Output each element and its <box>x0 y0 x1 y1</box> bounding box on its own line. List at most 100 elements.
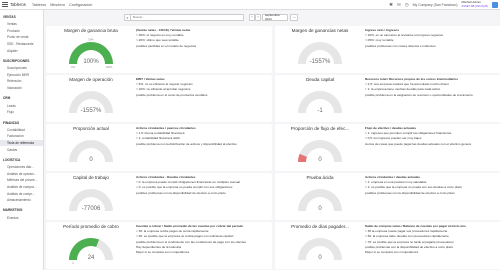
kpi-card-deuda-capital: Deuda capital -1 Recursos total / Recursos… <box>275 75 500 122</box>
menu-configuracion[interactable]: Configuración <box>69 3 92 7</box>
kpi-description-line: posibles problemas con la disponibilidad… <box>136 190 226 195</box>
gauge-value: 0 <box>318 255 322 261</box>
gauge-min-label: 0 <box>72 261 74 265</box>
sidebar-item-retencion[interactable]: Retención <box>0 78 43 85</box>
menu-tableros[interactable]: Tableros <box>32 3 46 7</box>
sidebar-item-metricas-del-provee[interactable]: Métricas del provee... <box>0 177 43 184</box>
sidebar-item-leads[interactable]: Leads <box>0 102 43 109</box>
sidebar-item-producto[interactable]: Producto <box>0 28 43 35</box>
sidebar-section-ventas: VENTAS <box>3 15 16 19</box>
kpi-gauge: 0 <box>298 140 342 163</box>
gauge-value: -1557% <box>310 59 331 65</box>
gauge-value: 24 <box>88 255 95 261</box>
gauge-value: 0 <box>318 157 322 163</box>
sidebar-item-eventos[interactable]: Eventos <box>0 214 43 221</box>
kpi-card-margen-de-ganancias-netas: Margen de ganancias netas -1557% Ingreso n… <box>275 26 500 73</box>
kpi-card-promedio-de-dias-pagader: Promedio de días pagader... 0 Saldo de com… <box>275 222 500 269</box>
kpi-gauge: 0 <box>69 140 113 163</box>
kpi-description: Saldo de compras netas / Balance de cuen… <box>365 224 499 255</box>
kpi-gauge: -1 <box>298 91 342 114</box>
kpi-description: Recursos total / Recursos propios de los… <box>365 77 499 98</box>
kpi-title: Promedio de días pagader... <box>291 224 349 229</box>
sidebar-item-analisis-de-compra[interactable]: Análisis de compra... <box>0 184 43 191</box>
app-name[interactable]: Tableros <box>10 2 26 7</box>
company-switcher[interactable]: My Company (San Francisco) <box>413 3 458 7</box>
top-right-area: ✱ ✉ ◷ My Company (San Francisco) Mitchel… <box>389 0 498 10</box>
kpi-description-line: posibles problemas con costes directos e… <box>365 43 436 48</box>
gauge-target-label: 50% <box>88 38 94 42</box>
user-menu[interactable]: Mitchell Admin ASSET DB (OD-OQ.B) <box>461 0 488 9</box>
kpi-description-line: posible problema con la distribución de … <box>136 141 237 146</box>
dashboard-grid: Margen de ganancia bruta 100% 0% 100% 50% (Ve… <box>44 25 500 270</box>
kpi-title: Prueba ácida <box>306 175 334 180</box>
sidebar-section-suscripciones: SUSCRIPCIONES <box>3 58 30 63</box>
sidebar-item-ventas[interactable]: Ventas <box>0 21 43 28</box>
chat-icon[interactable]: ✉ <box>397 2 401 8</box>
sidebar-item-operaciones-diar[interactable]: Operaciones diar... <box>0 164 43 171</box>
period-options-button[interactable]: ⋯ <box>290 13 298 21</box>
kpi-title: Proporción de flujo de efec... <box>290 126 350 131</box>
gauge-fill <box>69 238 100 260</box>
gauge-value: -1557% <box>81 108 102 114</box>
date-filter-select[interactable]: septiembre 2023 <box>262 13 288 21</box>
kpi-description: Flujo de efectivo / deudas actuales > 1: … <box>365 126 499 147</box>
sidebar-item-valoracion[interactable]: Valoración <box>0 85 43 92</box>
kpi-title: Proporción actual <box>73 126 109 131</box>
gauge-value: -1 <box>317 108 323 114</box>
bug-icon[interactable]: ✱ <box>389 2 393 8</box>
sidebar-item-gastos[interactable]: Gastos <box>0 146 43 153</box>
kpi-description: Ingreso neto / Ingresos > 10%: es un elem… <box>365 28 499 49</box>
search-box: ⌕ <box>124 13 244 21</box>
avatar[interactable] <box>492 2 498 8</box>
kpi-description: Cuentas a cobrar / Saldo promedio de las… <box>136 224 270 255</box>
kpi-card-proporcion-actual: Proporción actual 0 Activos circulantes / … <box>46 124 272 171</box>
kpi-description: Activos circulantes / pasivos circulante… <box>136 126 270 147</box>
sidebar-item-flujo[interactable]: Flujo <box>0 109 43 116</box>
kpi-gauge: 0 <box>298 189 342 212</box>
kpi-card-margen-de-ganancia-bruta: Margen de ganancia bruta 100% 0% 100% 50% (Ve… <box>46 26 272 73</box>
sidebar: VENTAS Ventas Producto Punto de venta SSE - … <box>0 10 44 270</box>
gauge-value: -77006 <box>82 206 101 212</box>
kpi-gauge: -77006 <box>69 189 113 212</box>
kpi-title: Deuda capital <box>305 77 335 82</box>
sidebar-item-suscripciones[interactable]: Suscripciones <box>0 65 43 72</box>
kpi-title: Capital de trabajo <box>72 175 109 180</box>
kpi-description-line: posibles problemas con la disponibilidad… <box>365 190 455 195</box>
apps-menu-icon[interactable] <box>2 1 8 8</box>
sidebar-item-tecla-de-referencia[interactable]: Tecla de referencia <box>0 139 43 147</box>
kpi-title: Margen de ganancias netas <box>291 28 349 33</box>
sidebar-item-alquiler[interactable]: Alquiler <box>0 47 43 54</box>
database-name: ASSET DB (OD-OQ.B) <box>461 5 488 8</box>
kpi-card-periodo-promedio-de-cobro: Período promedio de cobro 24 0 Cuentas a co… <box>46 222 272 269</box>
next-period-button[interactable]: › <box>255 13 261 21</box>
kpi-description: Activos circulantes - Deudas circulantes… <box>136 175 270 196</box>
kpi-description: Activos circulantes / deudas actuales > 1… <box>365 175 499 196</box>
kpi-description-line: posibles pérdidas en el modelo de negoci… <box>136 43 197 48</box>
sidebar-item-ejecucion-mrr[interactable]: Ejecución MRR <box>0 72 43 79</box>
search-input[interactable] <box>131 14 231 20</box>
kpi-card-margen-de-operacion: Margen de operación -1557% EBIT / Ventas n… <box>46 75 272 122</box>
sidebar-item-analisis-de-operaci[interactable]: Análisis de operaci... <box>0 171 43 178</box>
sidebar-item-punto-de-venta[interactable]: Punto de venta <box>0 34 43 41</box>
sidebar-item-almacenamiento[interactable]: Almacenamiento <box>0 197 43 204</box>
top-navbar: Tableros Tableros Minutero Configuración… <box>0 0 500 10</box>
kpi-card-proporcion-de-flujo-de-efec: Proporción de flujo de efec... 0 Flujo de … <box>275 124 500 171</box>
sidebar-section-finanzas: FINANZAS <box>3 120 20 125</box>
kpi-title: Margen de operación <box>69 77 113 82</box>
kpi-gauge: 0 <box>298 238 342 261</box>
kpi-gauge: 24 0 <box>69 238 113 265</box>
sidebar-section-marketing: MARKETING <box>3 208 23 213</box>
gauge-value: 0 <box>318 206 322 212</box>
gauge-max-label: 100% <box>106 65 113 69</box>
sidebar-item-sse-restaurante[interactable]: SSE - Restaurante <box>0 41 43 48</box>
sidebar-section-crm: CRM <box>3 96 11 101</box>
sidebar-item-contabilidad[interactable]: Contabilidad <box>0 127 43 134</box>
kpi-description-line: posible problema en la asignación de rec… <box>365 92 473 97</box>
menu-minutero[interactable]: Minutero <box>50 3 65 7</box>
kpi-gauge: -1557% <box>298 42 342 65</box>
kpi-description: EBIT / Ventas netas > 5%: no es eficiente… <box>136 77 270 98</box>
sidebar-item-facturacion[interactable]: Facturación <box>0 133 43 140</box>
sidebar-item-analisis-de-compr[interactable]: Análisis de compr... <box>0 190 43 197</box>
filter-bar: ⌕ ‹ › septiembre 2023 ⋯ <box>44 10 500 25</box>
clock-icon[interactable]: ◷ <box>405 2 409 8</box>
